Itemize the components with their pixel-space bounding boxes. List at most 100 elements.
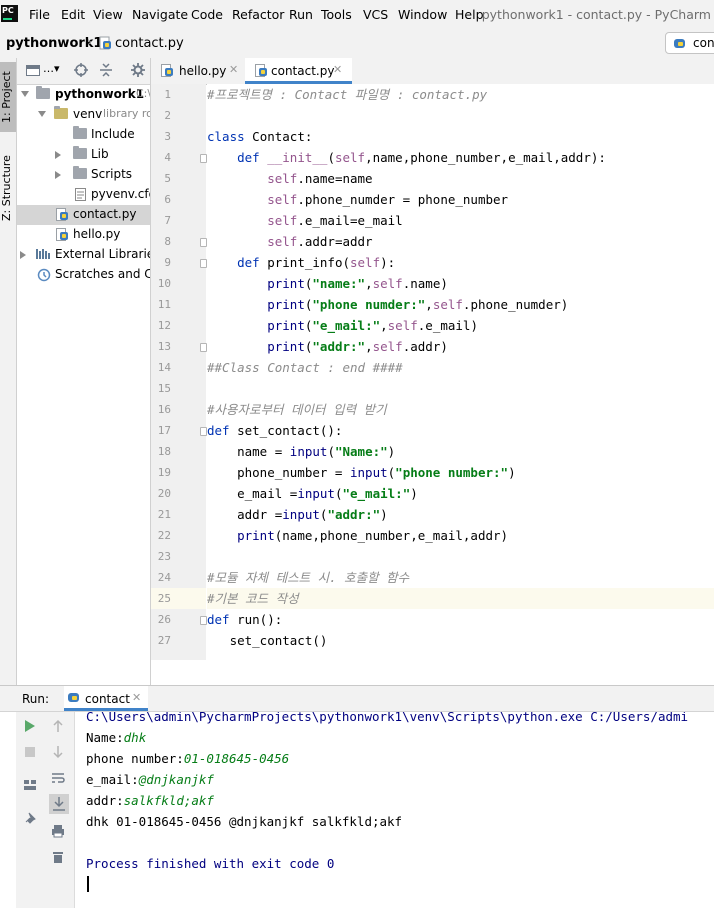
code-line[interactable]: def set_contact(): (207, 420, 714, 441)
run-config-label: cont (693, 36, 714, 50)
tool-tab-project[interactable]: 1: Project (0, 62, 16, 132)
code-line[interactable]: def print_info(self): (207, 252, 714, 273)
code-line[interactable]: e_mail =input("e_mail:") (207, 483, 714, 504)
code-line[interactable]: #기본 코드 작성 (207, 588, 714, 609)
tree-item-venv[interactable]: venv library ro (17, 105, 150, 125)
code-line[interactable]: #사용자로부터 데이터 입력 받기 (207, 399, 714, 420)
tree-item-include[interactable]: Include (17, 125, 150, 145)
scroll-down-icon[interactable] (51, 745, 67, 761)
code-line[interactable]: self.addr=addr (207, 231, 714, 252)
code-line[interactable]: print("phone numder:",self.phone_numder) (207, 294, 714, 315)
menu-navigate[interactable]: Navigate (132, 7, 188, 22)
tree-item-scripts[interactable]: Scripts (17, 165, 150, 185)
collapse-all-icon[interactable] (99, 63, 113, 80)
folder-icon (36, 86, 50, 99)
tool-tab-structure[interactable]: Z: Structure (0, 148, 16, 228)
code-line[interactable]: self.phone_numder = phone_number (207, 189, 714, 210)
fold-marker-icon[interactable] (200, 427, 207, 436)
code-line[interactable]: def __init__(self,name,phone_number,e_ma… (207, 147, 714, 168)
tab-hello-py[interactable]: hello.py ✕ (157, 58, 245, 84)
rerun-icon[interactable] (23, 719, 39, 735)
view-mode-icon[interactable] (26, 65, 40, 79)
scroll-up-icon[interactable] (51, 719, 67, 735)
expand-arrow-icon[interactable] (38, 111, 46, 117)
code-line[interactable]: print("addr:",self.addr) (207, 336, 714, 357)
expand-arrow-icon[interactable] (55, 171, 61, 179)
close-icon[interactable]: ✕ (229, 63, 238, 76)
scroll-to-end-icon[interactable] (49, 794, 69, 814)
console-prompt: Name: (86, 730, 124, 745)
code-line[interactable] (207, 546, 714, 567)
tree-item-contact-py[interactable]: contact.py (17, 205, 150, 225)
menu-window[interactable]: Window (398, 7, 447, 22)
code-line[interactable]: self.e_mail=e_mail (207, 210, 714, 231)
pin-icon[interactable] (23, 811, 39, 827)
run-tab-contact[interactable]: contact ✕ (64, 686, 148, 711)
tree-item-scratches[interactable]: Scratches and Co (17, 265, 150, 285)
code-line[interactable]: print("e_mail:",self.e_mail) (207, 315, 714, 336)
close-icon[interactable]: ✕ (132, 691, 141, 704)
code-line[interactable]: print("name:",self.name) (207, 273, 714, 294)
code-line[interactable]: #모듈 자체 테스트 시. 호출할 함수 (207, 567, 714, 588)
gear-icon[interactable] (131, 63, 145, 80)
menu-code[interactable]: Code (191, 7, 223, 22)
code-line[interactable]: name = input("Name:") (207, 441, 714, 462)
layout-icon[interactable] (23, 778, 39, 794)
expand-arrow-icon[interactable] (21, 91, 29, 97)
tree-item-hello-py[interactable]: hello.py (17, 225, 150, 245)
code-line[interactable]: print(name,phone_number,e_mail,addr) (207, 525, 714, 546)
print-icon[interactable] (51, 824, 67, 840)
locate-icon[interactable] (74, 63, 88, 80)
expand-arrow-icon[interactable] (20, 251, 26, 259)
breadcrumb-file[interactable]: contact.py (115, 36, 184, 51)
console-prompt: e_mail: (86, 772, 139, 787)
run-config-selector[interactable]: cont (665, 32, 714, 54)
code-editor[interactable]: #프로젝트명 : Contact 파일명 : contact.py class C… (207, 84, 714, 660)
run-toolbar-primary (16, 712, 45, 908)
fold-marker-icon[interactable] (200, 616, 207, 625)
menu-tools[interactable]: Tools (321, 7, 352, 22)
tree-item-pythonwork1[interactable]: pythonwork1 C:\ (17, 85, 150, 105)
code-line[interactable]: ##Class Contact : end #### (207, 357, 714, 378)
close-icon[interactable]: ✕ (333, 63, 342, 76)
code-line[interactable]: class Contact: (207, 126, 714, 147)
tree-item-external-libraries[interactable]: External Libraries (17, 245, 150, 265)
menu-view[interactable]: View (93, 7, 123, 22)
code-line[interactable] (207, 105, 714, 126)
python-file-icon (67, 691, 80, 707)
line-number: 11 (157, 298, 171, 311)
code-line[interactable]: def run(): (207, 609, 714, 630)
menu-edit[interactable]: Edit (61, 7, 85, 22)
menu-run[interactable]: Run (289, 7, 313, 22)
tree-item-pyvenv-cfg[interactable]: pyvenv.cfg (17, 185, 150, 205)
soft-wrap-icon[interactable] (51, 771, 67, 787)
more-icon[interactable]: …▾ (43, 62, 60, 75)
fold-marker-icon[interactable] (200, 343, 207, 352)
stop-icon[interactable] (23, 745, 39, 761)
code-line[interactable]: self.name=name (207, 168, 714, 189)
tree-item-lib[interactable]: Lib (17, 145, 150, 165)
run-toolbar-secondary (44, 712, 75, 908)
project-panel: …▾ pythonwork1 C:\ venv library ro Inclu… (17, 58, 151, 685)
python-file-icon (161, 64, 174, 80)
menu-refactor[interactable]: Refactor (232, 7, 284, 22)
code-line[interactable]: #프로젝트명 : Contact 파일명 : contact.py (207, 84, 714, 105)
fold-marker-icon[interactable] (200, 259, 207, 268)
expand-arrow-icon[interactable] (55, 151, 61, 159)
code-line[interactable]: addr =input("addr:") (207, 504, 714, 525)
line-number: 19 (157, 466, 171, 479)
menu-help[interactable]: Help (455, 7, 484, 22)
line-number: 7 (164, 214, 171, 227)
text-file-icon (75, 188, 86, 204)
fold-marker-icon[interactable] (200, 238, 207, 247)
console-output[interactable]: C:\Users\admin\PycharmProjects\pythonwor… (86, 712, 714, 908)
menu-vcs[interactable]: VCS (363, 7, 388, 22)
menu-file[interactable]: File (29, 7, 50, 22)
line-number: 6 (164, 193, 171, 206)
code-line[interactable]: phone_number = input("phone number:") (207, 462, 714, 483)
fold-marker-icon[interactable] (200, 154, 207, 163)
trash-icon[interactable] (51, 850, 67, 866)
code-line[interactable] (207, 378, 714, 399)
tab-contact-py[interactable]: contact.py ✕ (245, 58, 352, 84)
code-line[interactable]: set_contact() (207, 630, 714, 651)
